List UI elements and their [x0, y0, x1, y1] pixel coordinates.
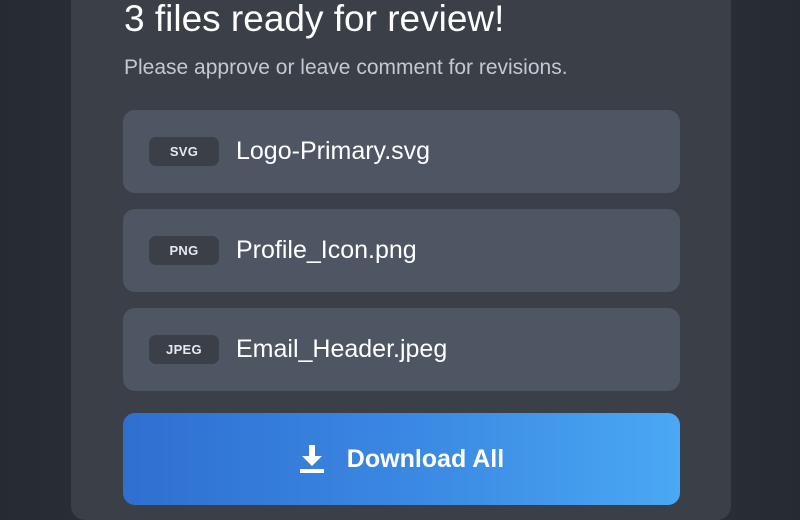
- page-title: 3 files ready for review!: [124, 0, 505, 39]
- download-all-button[interactable]: Download All: [123, 413, 680, 505]
- file-name: Logo-Primary.svg: [236, 137, 431, 165]
- file-item-profile-icon[interactable]: PNG Profile_Icon.png: [123, 209, 680, 292]
- file-item-logo-primary[interactable]: SVG Logo-Primary.svg: [123, 110, 680, 193]
- file-item-email-header[interactable]: JPEG Email_Header.jpeg: [123, 308, 680, 391]
- file-name: Profile_Icon.png: [236, 236, 417, 264]
- download-icon: [299, 444, 325, 474]
- download-all-label: Download All: [346, 444, 505, 473]
- page-subtitle: Please approve or leave comment for revi…: [124, 56, 568, 79]
- file-name: Email_Header.jpeg: [236, 335, 448, 363]
- file-type-badge: SVG: [149, 137, 219, 166]
- file-list: SVG Logo-Primary.svg PNG Profile_Icon.pn…: [123, 110, 680, 407]
- file-type-badge: JPEG: [149, 335, 219, 364]
- file-type-badge: PNG: [149, 236, 219, 265]
